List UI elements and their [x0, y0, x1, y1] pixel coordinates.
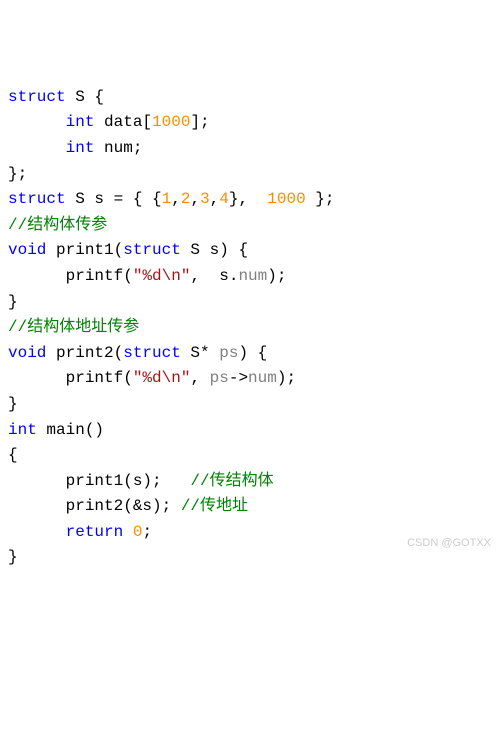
- watermark: CSDN @GOTXX: [407, 535, 491, 553]
- code-token: 4: [219, 190, 229, 208]
- code-line: struct S s = { {1,2,3,4}, 1000 };: [8, 187, 493, 213]
- code-token: 3: [200, 190, 210, 208]
- code-line: //结构体地址传参: [8, 315, 493, 341]
- code-line: int main(): [8, 418, 493, 444]
- code-token: void: [8, 241, 46, 259]
- code-token: ps: [219, 344, 238, 362]
- code-token: "%d\n": [133, 267, 191, 285]
- code-line: {: [8, 443, 493, 469]
- code-line: void print1(struct S s) {: [8, 238, 493, 264]
- code-token: ps: [210, 369, 229, 387]
- code-line: void print2(struct S* ps) {: [8, 341, 493, 367]
- code-token: int: [8, 421, 37, 439]
- code-line: }: [8, 290, 493, 316]
- code-line: int data[1000];: [8, 110, 493, 136]
- code-line: };: [8, 162, 493, 188]
- code-token: //结构体地址传参: [8, 318, 139, 336]
- code-token: "%d\n": [133, 369, 191, 387]
- code-line: struct S {: [8, 85, 493, 111]
- code-line: print2(&s); //传地址: [8, 494, 493, 520]
- code-token: num: [238, 267, 267, 285]
- code-token: return: [66, 523, 124, 541]
- code-line: print1(s); //传结构体: [8, 469, 493, 495]
- code-token: struct: [8, 88, 66, 106]
- code-line: printf("%d\n", ps->num);: [8, 366, 493, 392]
- code-token: struct: [123, 344, 181, 362]
- code-token: void: [8, 344, 46, 362]
- code-token: //结构体传参: [8, 216, 107, 234]
- code-token: 1: [162, 190, 172, 208]
- code-token: struct: [123, 241, 181, 259]
- code-token: 0: [133, 523, 143, 541]
- code-token: int: [66, 113, 95, 131]
- code-token: //传结构体: [190, 472, 273, 490]
- code-token: 1000: [267, 190, 305, 208]
- code-token: int: [66, 139, 95, 157]
- code-line: //结构体传参: [8, 213, 493, 239]
- code-line: printf("%d\n", s.num);: [8, 264, 493, 290]
- code-token: 1000: [152, 113, 190, 131]
- code-token: //传地址: [181, 497, 248, 515]
- code-block: struct S { int data[1000]; int num;};str…: [8, 85, 493, 571]
- code-line: int num;: [8, 136, 493, 162]
- code-token: struct: [8, 190, 66, 208]
- code-token: 2: [181, 190, 191, 208]
- code-line: }: [8, 392, 493, 418]
- code-token: num: [248, 369, 277, 387]
